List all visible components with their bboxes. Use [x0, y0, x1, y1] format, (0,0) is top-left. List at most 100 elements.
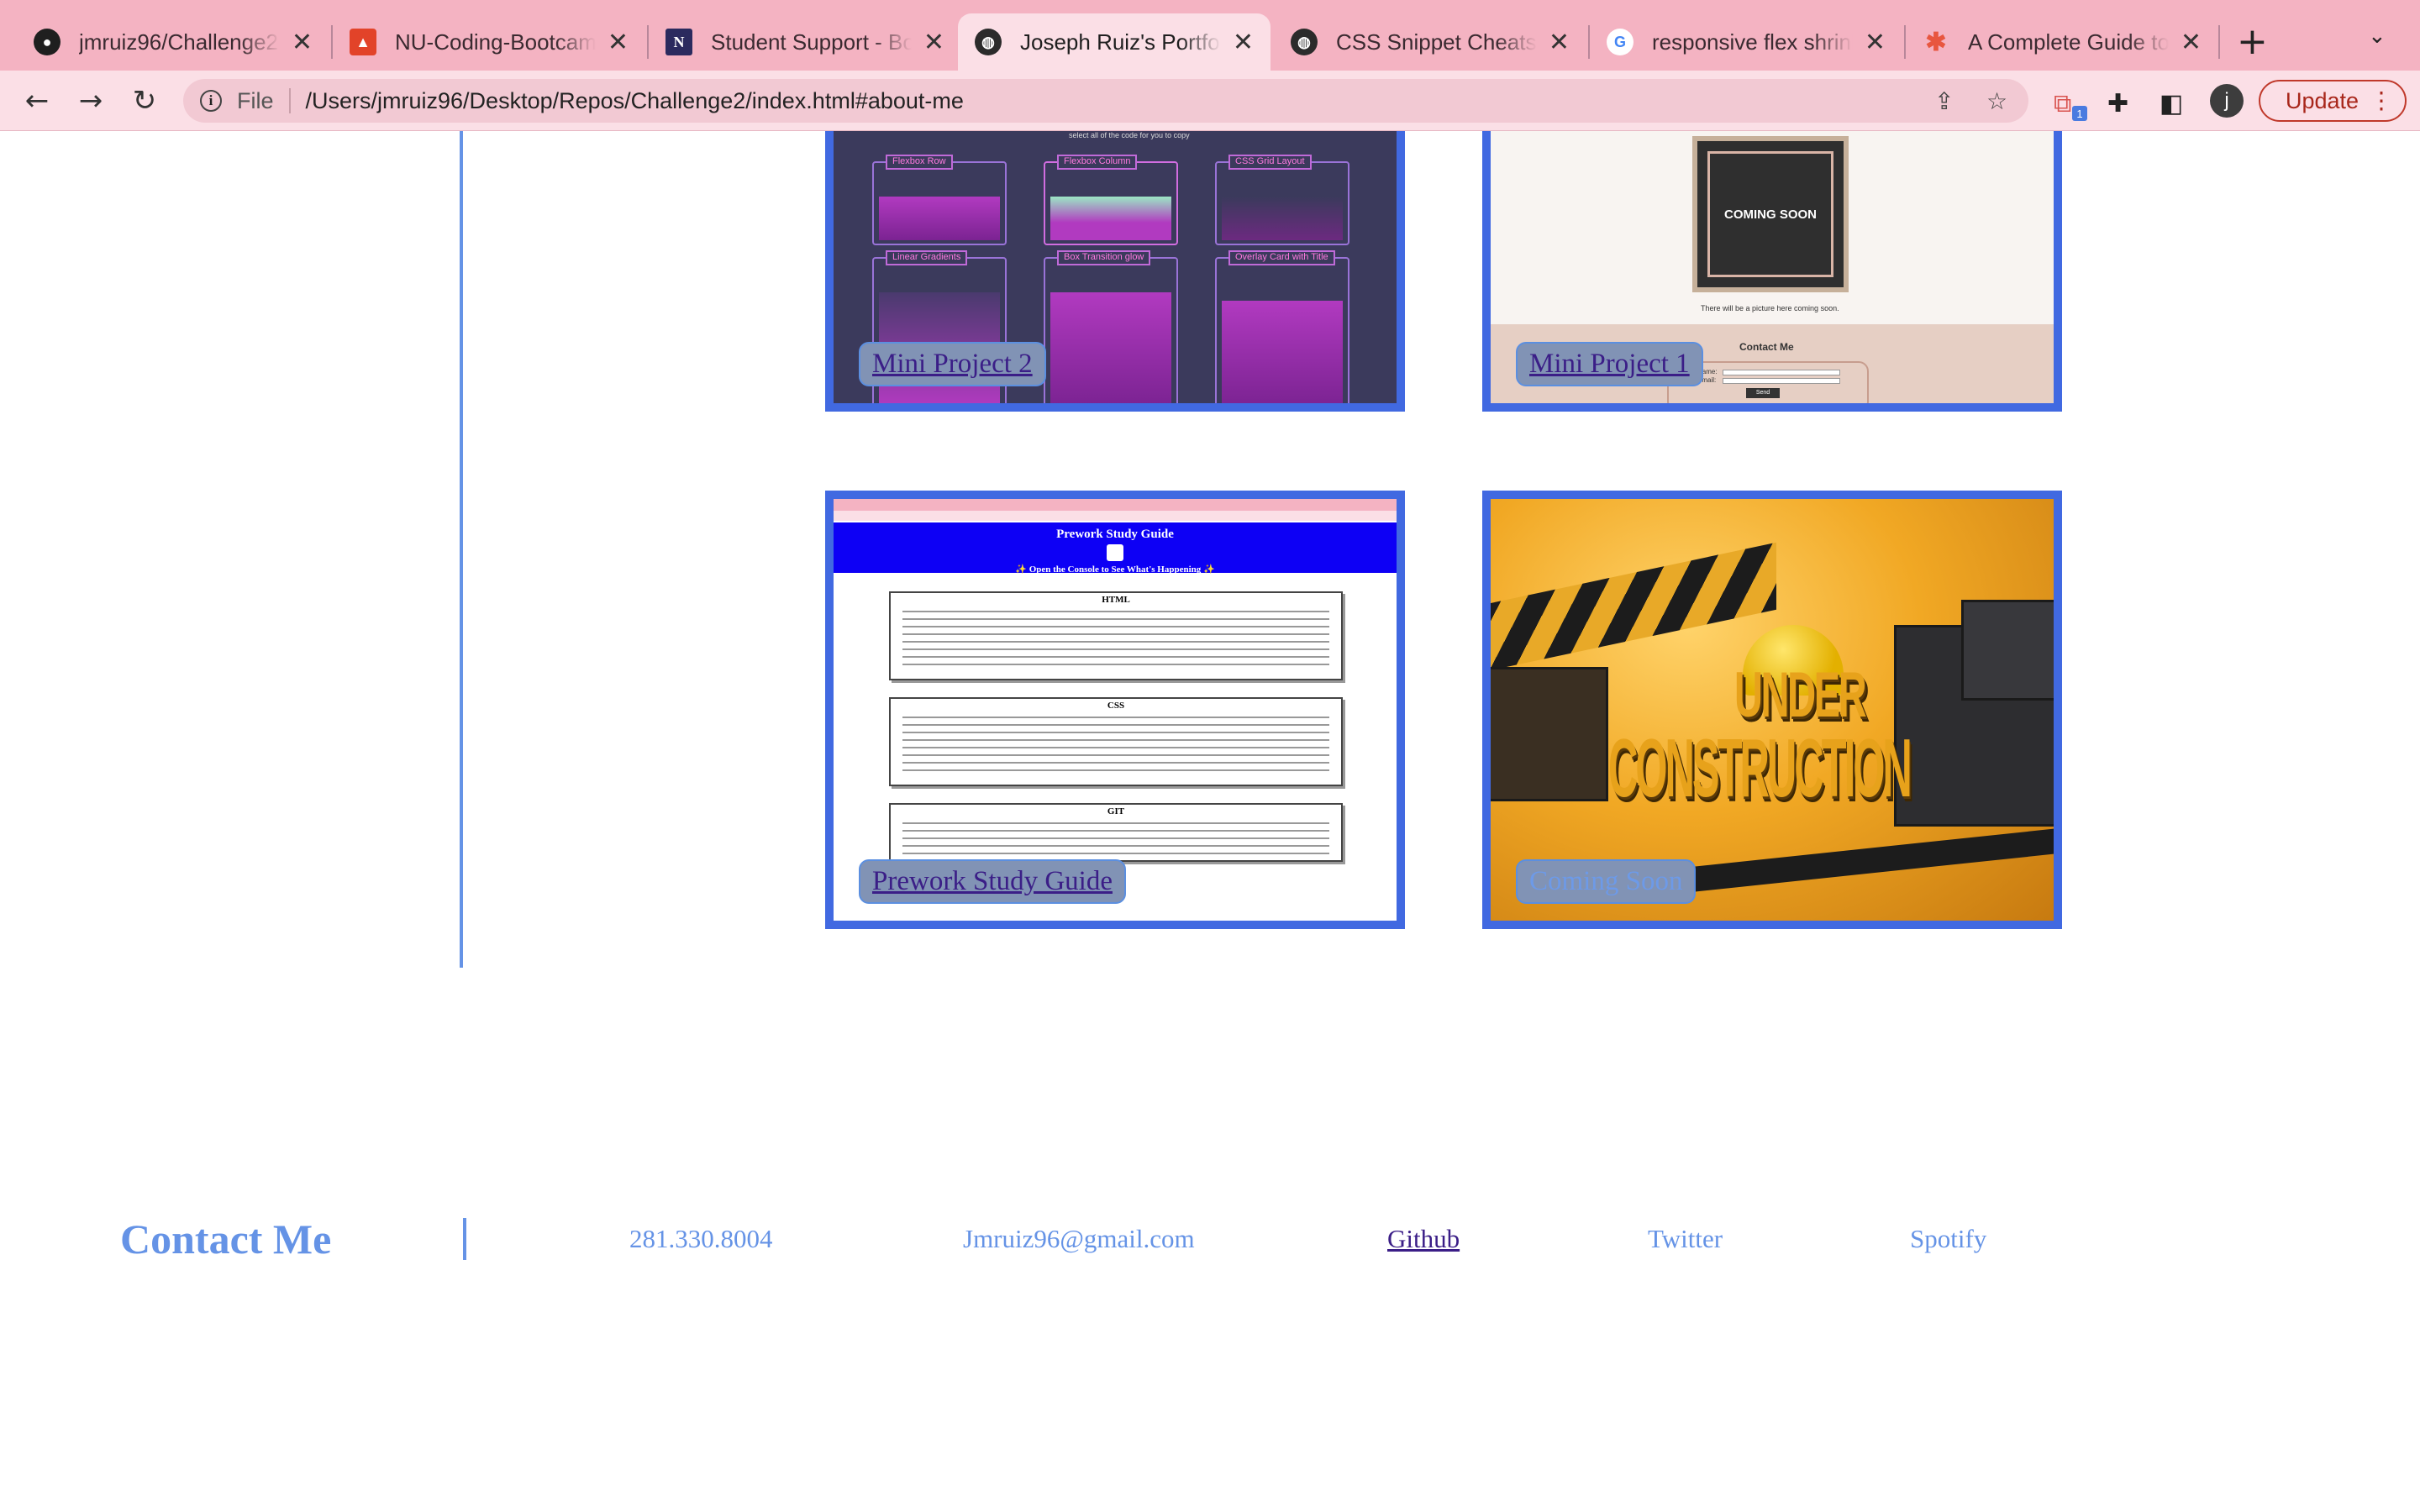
menu-kebab-icon[interactable]: ⋮: [2370, 87, 2393, 114]
tab-flexbox-guide[interactable]: ✱ A Complete Guide to F ✕: [1906, 13, 2218, 71]
footer-link-twitter[interactable]: Twitter: [1648, 1224, 1723, 1254]
globe-icon: ◍: [975, 29, 1002, 55]
update-label: Update: [2286, 87, 2360, 113]
snippet-title: Linear Gradients: [886, 250, 968, 265]
new-tab-icon[interactable]: +: [2237, 22, 2268, 62]
forward-icon[interactable]: →: [72, 82, 109, 119]
picture-note: There will be a picture here coming soon…: [1701, 304, 1839, 312]
construction-text: CONSTRUCTION: [1608, 722, 1912, 814]
project-link[interactable]: Mini Project 1: [1516, 342, 1703, 386]
screenshot-addressbar: [834, 511, 1397, 521]
snippet-title: Flexbox Row: [886, 155, 953, 170]
prework-section: HTML: [889, 591, 1343, 680]
prework-section: GIT: [889, 803, 1343, 862]
tab-close-icon[interactable]: ✕: [608, 28, 629, 57]
github-icon: ●: [34, 29, 60, 55]
tab-student-support[interactable]: N Student Support - Bo ✕: [649, 13, 961, 71]
project-link[interactable]: Prework Study Guide: [859, 859, 1126, 904]
tab-separator: [2218, 25, 2220, 59]
tab-close-icon[interactable]: ✕: [292, 28, 313, 57]
tab-title: CSS Snippet Cheatsh: [1336, 29, 1537, 55]
project-card-mini-project-2[interactable]: select all of the code for you to copy F…: [825, 131, 1405, 412]
snippet-title: CSS Grid Layout: [1228, 155, 1312, 170]
address-url[interactable]: /Users/jmruiz96/Desktop/Repos/Challenge2…: [306, 88, 964, 114]
project-card-coming-soon[interactable]: UNDER CONSTRUCTION Coming Soon: [1482, 491, 2062, 929]
snippet-card: Flexbox Row: [872, 155, 1007, 245]
extensions-puzzle-icon[interactable]: ✚: [2107, 89, 2128, 118]
crate-shape: [1961, 600, 2054, 701]
tab-close-icon[interactable]: ✕: [1549, 28, 1570, 57]
globe-icon: ◍: [1291, 29, 1318, 55]
tab-title: responsive flex shrink: [1652, 29, 1853, 55]
tab-close-icon[interactable]: ✕: [923, 28, 944, 57]
update-button[interactable]: Update ⋮: [2259, 80, 2407, 122]
footer-link-github[interactable]: Github: [1387, 1224, 1460, 1254]
prework-section-title: HTML: [1102, 595, 1130, 605]
css-tricks-icon: ✱: [1925, 28, 1947, 56]
snippet-card: Flexbox Column: [1044, 155, 1178, 245]
email-field: [1723, 378, 1840, 384]
name-field: [1723, 370, 1840, 375]
prework-header: Prework Study Guide ✨ Open the Console t…: [834, 522, 1397, 575]
about-section-divider: [460, 131, 463, 968]
profile-avatar[interactable]: j: [2210, 84, 2244, 118]
tab-portfolio[interactable]: ◍ Joseph Ruiz's Portfoli ✕: [958, 13, 1270, 71]
prework-section: CSS: [889, 697, 1343, 786]
snippet-title: Flexbox Column: [1057, 155, 1138, 170]
northwestern-icon: N: [666, 29, 692, 55]
tab-close-icon[interactable]: ✕: [2181, 28, 2202, 57]
address-bar[interactable]: i File /Users/jmruiz96/Desktop/Repos/Cha…: [183, 79, 2028, 123]
hazard-stripes: [1491, 542, 1776, 675]
footer-email[interactable]: Jmruiz96@gmail.com: [963, 1224, 1195, 1254]
snippet-title: Overlay Card with Title: [1228, 250, 1335, 265]
coming-soon-text: COMING SOON: [1707, 151, 1833, 277]
snippet-card: Linear Gradients: [872, 250, 1007, 403]
snippet-title: Box Transition glow: [1057, 250, 1151, 265]
under-construction-image: UNDER CONSTRUCTION: [1491, 499, 2054, 921]
side-panel-icon[interactable]: ◧: [2160, 89, 2183, 118]
tab-title: jmruiz96/Challenge2:: [79, 29, 280, 55]
share-icon[interactable]: ⇪: [1934, 87, 1954, 115]
footer-phone[interactable]: 281.330.8004: [629, 1224, 773, 1254]
tab-title: A Complete Guide to F: [1968, 29, 2169, 55]
back-icon[interactable]: ←: [18, 82, 55, 119]
tab-css-snippet[interactable]: ◍ CSS Snippet Cheatsh ✕: [1274, 13, 1586, 71]
project-screenshot: Prework Study Guide ✨ Open the Console t…: [834, 499, 1397, 921]
tab-google-search[interactable]: G responsive flex shrink ✕: [1590, 13, 1902, 71]
octocat-icon: [1107, 544, 1123, 561]
project-link[interactable]: Mini Project 2: [859, 342, 1046, 386]
tab-gitlab[interactable]: ▲ NU-Coding-Bootcamp ✕: [333, 13, 645, 71]
project-card-prework[interactable]: Prework Study Guide ✨ Open the Console t…: [825, 491, 1405, 929]
tab-title: NU-Coding-Bootcamp: [395, 29, 596, 55]
prework-section-title: GIT: [1107, 806, 1125, 816]
prework-title: Prework Study Guide: [1056, 528, 1174, 541]
reload-icon[interactable]: ↻: [126, 82, 163, 119]
crate-shape: [1491, 667, 1608, 801]
tab-close-icon[interactable]: ✕: [1233, 28, 1254, 57]
coming-soon-placeholder: COMING SOON: [1692, 136, 1849, 292]
tab-github[interactable]: ● jmruiz96/Challenge2: ✕: [17, 13, 329, 71]
google-icon: G: [1607, 29, 1634, 55]
site-info-icon[interactable]: i: [200, 90, 222, 112]
footer-title: Contact Me: [120, 1215, 332, 1263]
coming-soon-label: Coming Soon: [1516, 859, 1697, 904]
prework-subtitle: ✨ Open the Console to See What's Happeni…: [1015, 564, 1215, 575]
prework-section-title: CSS: [1107, 701, 1125, 711]
extension-icon[interactable]: ⧉: [2054, 89, 2071, 118]
tab-title: Joseph Ruiz's Portfoli: [1020, 29, 1221, 55]
tab-close-icon[interactable]: ✕: [1865, 28, 1886, 57]
bookmark-star-icon[interactable]: ☆: [1986, 87, 2007, 115]
browser-toolbar: ← → ↻ i File /Users/jmruiz96/Desktop/Rep…: [0, 71, 2420, 131]
tab-title: Student Support - Bo: [711, 29, 912, 55]
snippet-card: Box Transition glow: [1044, 250, 1178, 403]
snippet-code: [1222, 197, 1343, 240]
extension-badge: 1: [2072, 106, 2087, 121]
contact-heading: Contact Me: [1739, 341, 1794, 353]
snippet-code: [1050, 292, 1171, 403]
address-separator: [288, 88, 291, 113]
footer-link-spotify[interactable]: Spotify: [1910, 1224, 1986, 1254]
snippet-code: [1222, 301, 1343, 403]
address-scheme: File: [237, 87, 274, 113]
tab-search-chevron-icon[interactable]: ⌄: [2368, 24, 2386, 49]
project-card-mini-project-1[interactable]: COMING SOON There will be a picture here…: [1482, 131, 2062, 412]
